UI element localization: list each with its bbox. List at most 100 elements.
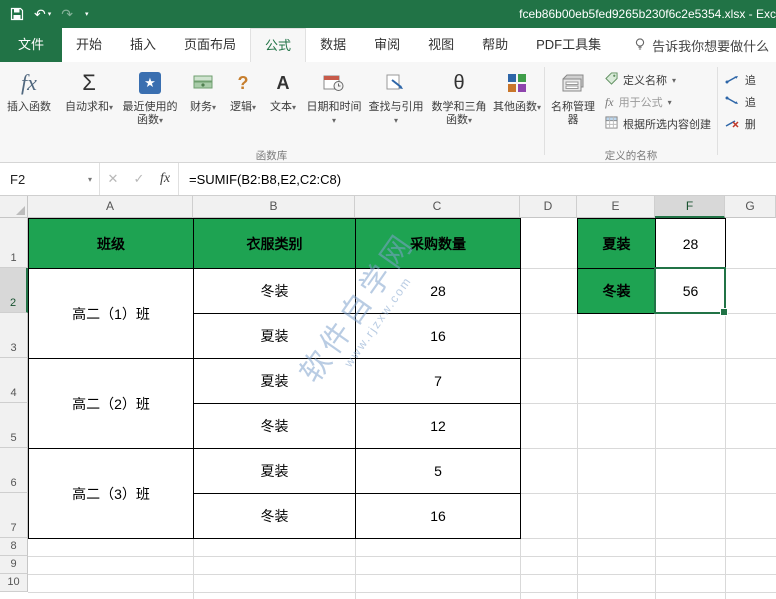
insert-function-icon[interactable]: fx bbox=[152, 163, 178, 195]
formula-auditing-group-clipped: 追 追 删 bbox=[719, 62, 776, 162]
use-in-formula-button[interactable]: fx 用于公式 ▾ bbox=[600, 91, 716, 113]
name-box[interactable]: F2 ▾ bbox=[0, 163, 100, 195]
define-name-button[interactable]: 定义名称 ▾ bbox=[600, 69, 716, 91]
create-from-selection-button[interactable]: 根据所选内容创建 bbox=[600, 113, 716, 135]
cell-B6[interactable]: 夏装 bbox=[193, 448, 356, 494]
question-mark-icon: ? bbox=[237, 72, 249, 93]
cell-C5[interactable]: 12 bbox=[355, 403, 521, 449]
chevron-down-icon: ▾ bbox=[331, 116, 336, 125]
column-header-C[interactable]: C bbox=[355, 196, 520, 218]
title-bar: ↶ ▾ ↷ ▾ fceb86b00eb5fed9265b230f6c2e5354.… bbox=[0, 0, 776, 28]
name-box-dropdown-icon[interactable]: ▾ bbox=[88, 175, 92, 184]
logical-button[interactable]: ? 逻辑▾ bbox=[223, 65, 263, 147]
insert-function-button[interactable]: fx 插入函数 bbox=[0, 65, 58, 147]
group-label-function-library: 函数库 bbox=[255, 150, 288, 162]
tab-pdf-tools[interactable]: PDF工具集 bbox=[522, 28, 615, 62]
tab-view[interactable]: 视图 bbox=[414, 28, 468, 62]
cell-C3[interactable]: 16 bbox=[355, 313, 521, 359]
cell-B2[interactable]: 冬装 bbox=[193, 268, 356, 314]
row-header-3[interactable]: 3 bbox=[0, 313, 28, 358]
cell-C2[interactable]: 28 bbox=[355, 268, 521, 314]
cell-B3[interactable]: 夏装 bbox=[193, 313, 356, 359]
trace-dependents-button[interactable]: 追 bbox=[719, 91, 761, 113]
group-label-defined-names: 定义的名称 bbox=[604, 150, 658, 162]
trace-precedents-button[interactable]: 追 bbox=[719, 69, 761, 91]
row-header-9[interactable]: 9 bbox=[0, 556, 28, 574]
text-button[interactable]: A 文本▾ bbox=[263, 65, 303, 147]
lightbulb-icon bbox=[633, 37, 647, 54]
row-header-7[interactable]: 7 bbox=[0, 493, 28, 538]
undo-dropdown-icon[interactable]: ▾ bbox=[48, 10, 52, 18]
date-time-button[interactable]: 日期和时间▾ bbox=[303, 65, 365, 147]
autosum-button[interactable]: Σ 自动求和▾ bbox=[61, 65, 117, 147]
cell-E2[interactable]: 冬装 bbox=[577, 268, 656, 314]
tell-me-box[interactable]: 告诉我你想要做什么 bbox=[633, 28, 769, 62]
cell-C7[interactable]: 16 bbox=[355, 493, 521, 539]
financial-button[interactable]: 财务▾ bbox=[183, 65, 223, 147]
quick-access-toolbar: ↶ ▾ ↷ ▾ bbox=[0, 6, 89, 23]
column-header-A[interactable]: A bbox=[28, 196, 193, 218]
undo-icon[interactable]: ↶ ▾ bbox=[34, 6, 51, 23]
column-header-D[interactable]: D bbox=[520, 196, 577, 218]
remove-arrow-icon bbox=[724, 117, 740, 132]
tab-file[interactable]: 文件 bbox=[0, 28, 62, 62]
column-header-B[interactable]: B bbox=[193, 196, 355, 218]
tab-insert[interactable]: 插入 bbox=[116, 28, 170, 62]
formula-bar: F2 ▾ ✕ ✓ fx =SUMIF(B2:B8,E2,C2:C8) bbox=[0, 163, 776, 196]
row-header-8[interactable]: 8 bbox=[0, 538, 28, 556]
cell-E1[interactable]: 夏装 bbox=[577, 218, 656, 269]
cell-B7[interactable]: 冬装 bbox=[193, 493, 356, 539]
tell-me-label: 告诉我你想要做什么 bbox=[652, 38, 770, 54]
chevron-down-icon: ▾ bbox=[667, 98, 672, 107]
redo-icon[interactable]: ↷ bbox=[61, 6, 73, 23]
star-icon: ★ bbox=[139, 68, 161, 98]
tab-data[interactable]: 数据 bbox=[306, 28, 360, 62]
more-functions-button[interactable]: 其他函数▾ bbox=[491, 65, 543, 147]
math-trig-button[interactable]: θ 数学和三角函数▾ bbox=[427, 65, 491, 147]
cell-A2[interactable]: 高二（1）班 bbox=[28, 268, 194, 359]
name-manager-button[interactable]: 名称管理器 bbox=[546, 65, 600, 147]
customize-qat-icon[interactable]: ▾ bbox=[83, 10, 89, 18]
defined-names-stack: 定义名称 ▾ fx 用于公式 ▾ 根据所选内容创建 bbox=[600, 65, 716, 135]
tab-review[interactable]: 审阅 bbox=[360, 28, 414, 62]
chevron-down-icon: ▾ bbox=[291, 103, 296, 112]
tab-page-layout[interactable]: 页面布局 bbox=[170, 28, 250, 62]
column-header-F[interactable]: F bbox=[655, 196, 725, 218]
cell-C4[interactable]: 7 bbox=[355, 358, 521, 404]
tab-formulas[interactable]: 公式 bbox=[250, 28, 307, 62]
cell-A6[interactable]: 高二（3）班 bbox=[28, 448, 194, 539]
formula-input[interactable]: =SUMIF(B2:B8,E2,C2:C8) bbox=[178, 163, 776, 195]
save-icon[interactable] bbox=[10, 7, 24, 21]
select-all-corner[interactable] bbox=[0, 196, 28, 218]
chevron-down-icon: ▾ bbox=[393, 116, 398, 125]
cell-F1[interactable]: 28 bbox=[655, 218, 726, 269]
column-header-G[interactable]: G bbox=[725, 196, 776, 218]
cancel-icon[interactable]: ✕ bbox=[100, 163, 126, 195]
fx-icon: fx bbox=[604, 94, 614, 109]
tab-help[interactable]: 帮助 bbox=[468, 28, 522, 62]
cell-A1[interactable]: 班级 bbox=[28, 218, 194, 269]
row-header-4[interactable]: 4 bbox=[0, 358, 28, 403]
enter-icon[interactable]: ✓ bbox=[126, 163, 152, 195]
cell-B5[interactable]: 冬装 bbox=[193, 403, 356, 449]
remove-arrows-button[interactable]: 删 bbox=[719, 113, 761, 135]
chevron-down-icon: ▾ bbox=[158, 116, 163, 125]
row-header-1[interactable]: 1 bbox=[0, 218, 28, 268]
sigma-icon: Σ bbox=[82, 70, 96, 95]
cell-B4[interactable]: 夏装 bbox=[193, 358, 356, 404]
row-header-6[interactable]: 6 bbox=[0, 448, 28, 493]
defined-names-group: 名称管理器 定义名称 ▾ fx 用于公式 ▾ 根据所选内容创建 定义的名称 bbox=[546, 62, 716, 162]
row-header-2[interactable]: 2 bbox=[0, 268, 28, 313]
lookup-reference-button[interactable]: 查找与引用▾ bbox=[365, 65, 427, 147]
row-header-5[interactable]: 5 bbox=[0, 403, 28, 448]
tab-home[interactable]: 开始 bbox=[62, 28, 116, 62]
cell-F2[interactable]: 56 bbox=[655, 268, 726, 314]
cell-C1[interactable]: 采购数量 bbox=[355, 218, 521, 269]
cell-C6[interactable]: 5 bbox=[355, 448, 521, 494]
cell-B1[interactable]: 衣服类别 bbox=[193, 218, 356, 269]
chevron-down-icon: ▾ bbox=[671, 76, 676, 85]
row-header-10[interactable]: 10 bbox=[0, 574, 28, 592]
cell-A4[interactable]: 高二（2）班 bbox=[28, 358, 194, 449]
column-header-E[interactable]: E bbox=[577, 196, 655, 218]
recently-used-button[interactable]: ★ 最近使用的函数▾ bbox=[117, 65, 183, 147]
